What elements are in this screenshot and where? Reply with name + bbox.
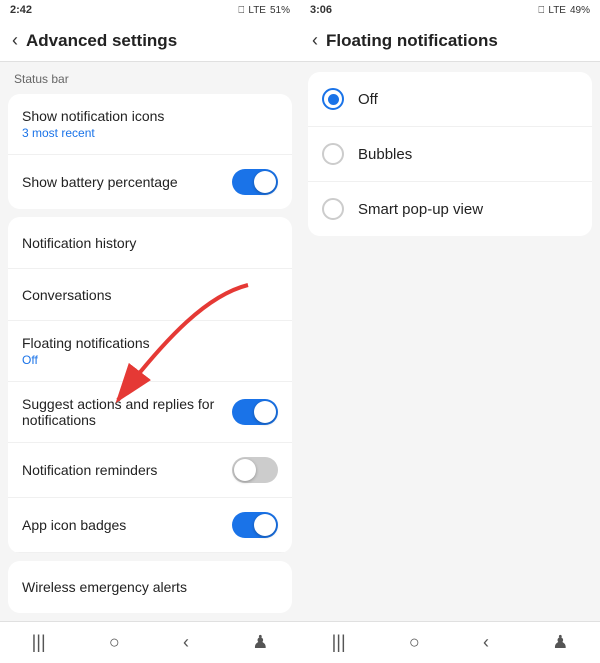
app-icon-badges-toggle[interactable] [232,512,278,538]
radio-smart-popup-circle[interactable] [322,198,344,220]
option-bubbles-label: Bubbles [358,146,412,163]
suggest-actions-item[interactable]: Suggest actions and replies for notifica… [8,382,292,443]
right-status-bar: 3:06 ⎕ LTE 49% [300,0,600,20]
battery-icon: 51% [270,5,290,16]
notification-reminders-item[interactable]: Notification reminders [8,443,292,498]
right-time: 3:06 [310,4,332,16]
left-panel: 2:42 ⎕ LTE 51% ‹ Advanced settings Statu… [0,0,300,663]
right-signal-icon: LTE [548,5,566,16]
toggle-thumb [254,171,276,193]
radio-off-inner [328,94,339,105]
option-off[interactable]: Off [308,72,592,127]
floating-notifications-item[interactable]: Floating notifications Off [8,321,292,382]
left-top-bar: ‹ Advanced settings [0,20,300,62]
left-nav-bar: ||| ○ ‹ ♟ [0,621,300,663]
left-card-1: Show notification icons 3 most recent Sh… [8,94,292,209]
wireless-emergency-item[interactable]: Wireless emergency alerts [8,561,292,613]
left-nav-bixby[interactable]: ♟ [252,632,268,653]
conversations-item[interactable]: Conversations [8,269,292,321]
radio-bubbles-circle[interactable] [322,143,344,165]
right-top-bar: ‹ Floating notifications [300,20,600,62]
show-notification-icons-subtitle: 3 most recent [22,126,278,140]
toggle-thumb-2 [254,401,276,423]
show-battery-percentage-title: Show battery percentage [22,174,232,190]
suggest-actions-toggle[interactable] [232,399,278,425]
show-notification-icons-title: Show notification icons [22,108,278,124]
section-status-bar-label: Status bar [0,62,300,90]
signal-icon: LTE [248,5,266,16]
left-status-bar: 2:42 ⎕ LTE 51% [0,0,300,20]
conversations-title: Conversations [22,287,278,303]
right-nav-back[interactable]: ‹ [483,632,489,653]
floating-notifications-subtitle: Off [22,353,278,367]
floating-notifications-options: Off Bubbles Smart pop-up view [308,72,592,236]
right-status-icons: ⎕ LTE 49% [538,5,590,16]
notification-reminders-toggle[interactable] [232,457,278,483]
right-nav-home[interactable]: ○ [409,632,420,653]
suggest-actions-title: Suggest actions and replies for notifica… [22,396,232,428]
left-time: 2:42 [10,4,32,16]
right-page-title: Floating notifications [326,31,498,51]
option-off-label: Off [358,91,378,108]
floating-notifications-title: Floating notifications [22,335,278,351]
left-nav-back[interactable]: ‹ [183,632,189,653]
right-battery-icon: 49% [570,5,590,16]
right-nav-bixby[interactable]: ♟ [552,632,568,653]
toggle-thumb-4 [254,514,276,536]
option-bubbles[interactable]: Bubbles [308,127,592,182]
show-battery-percentage-item[interactable]: Show battery percentage [8,155,292,209]
bluetooth-icon: ⎕ [238,5,244,16]
left-nav-home[interactable]: ○ [109,632,120,653]
app-icon-badges-title: App icon badges [22,517,232,533]
left-back-button[interactable]: ‹ [12,30,18,51]
toggle-thumb-3 [234,459,256,481]
left-page-title: Advanced settings [26,31,177,51]
right-nav-recents[interactable]: ||| [332,632,346,653]
left-card-2: Notification history Conversations Float… [8,217,292,553]
show-notification-icons-item[interactable]: Show notification icons 3 most recent [8,94,292,155]
radio-off-circle[interactable] [322,88,344,110]
left-card-3: Wireless emergency alerts [8,561,292,613]
show-battery-toggle[interactable] [232,169,278,195]
notification-history-title: Notification history [22,235,278,251]
option-smart-popup-label: Smart pop-up view [358,201,483,218]
wireless-emergency-title: Wireless emergency alerts [22,579,278,595]
right-panel: 3:06 ⎕ LTE 49% ‹ Floating notifications … [300,0,600,663]
notification-history-item[interactable]: Notification history [8,217,292,269]
right-bluetooth-icon: ⎕ [538,5,544,16]
app-icon-badges-item[interactable]: App icon badges [8,498,292,553]
left-status-icons: ⎕ LTE 51% [238,5,290,16]
left-nav-recents[interactable]: ||| [32,632,46,653]
notification-reminders-title: Notification reminders [22,462,232,478]
right-back-button[interactable]: ‹ [312,30,318,51]
option-smart-popup[interactable]: Smart pop-up view [308,182,592,236]
right-nav-bar: ||| ○ ‹ ♟ [300,621,600,663]
